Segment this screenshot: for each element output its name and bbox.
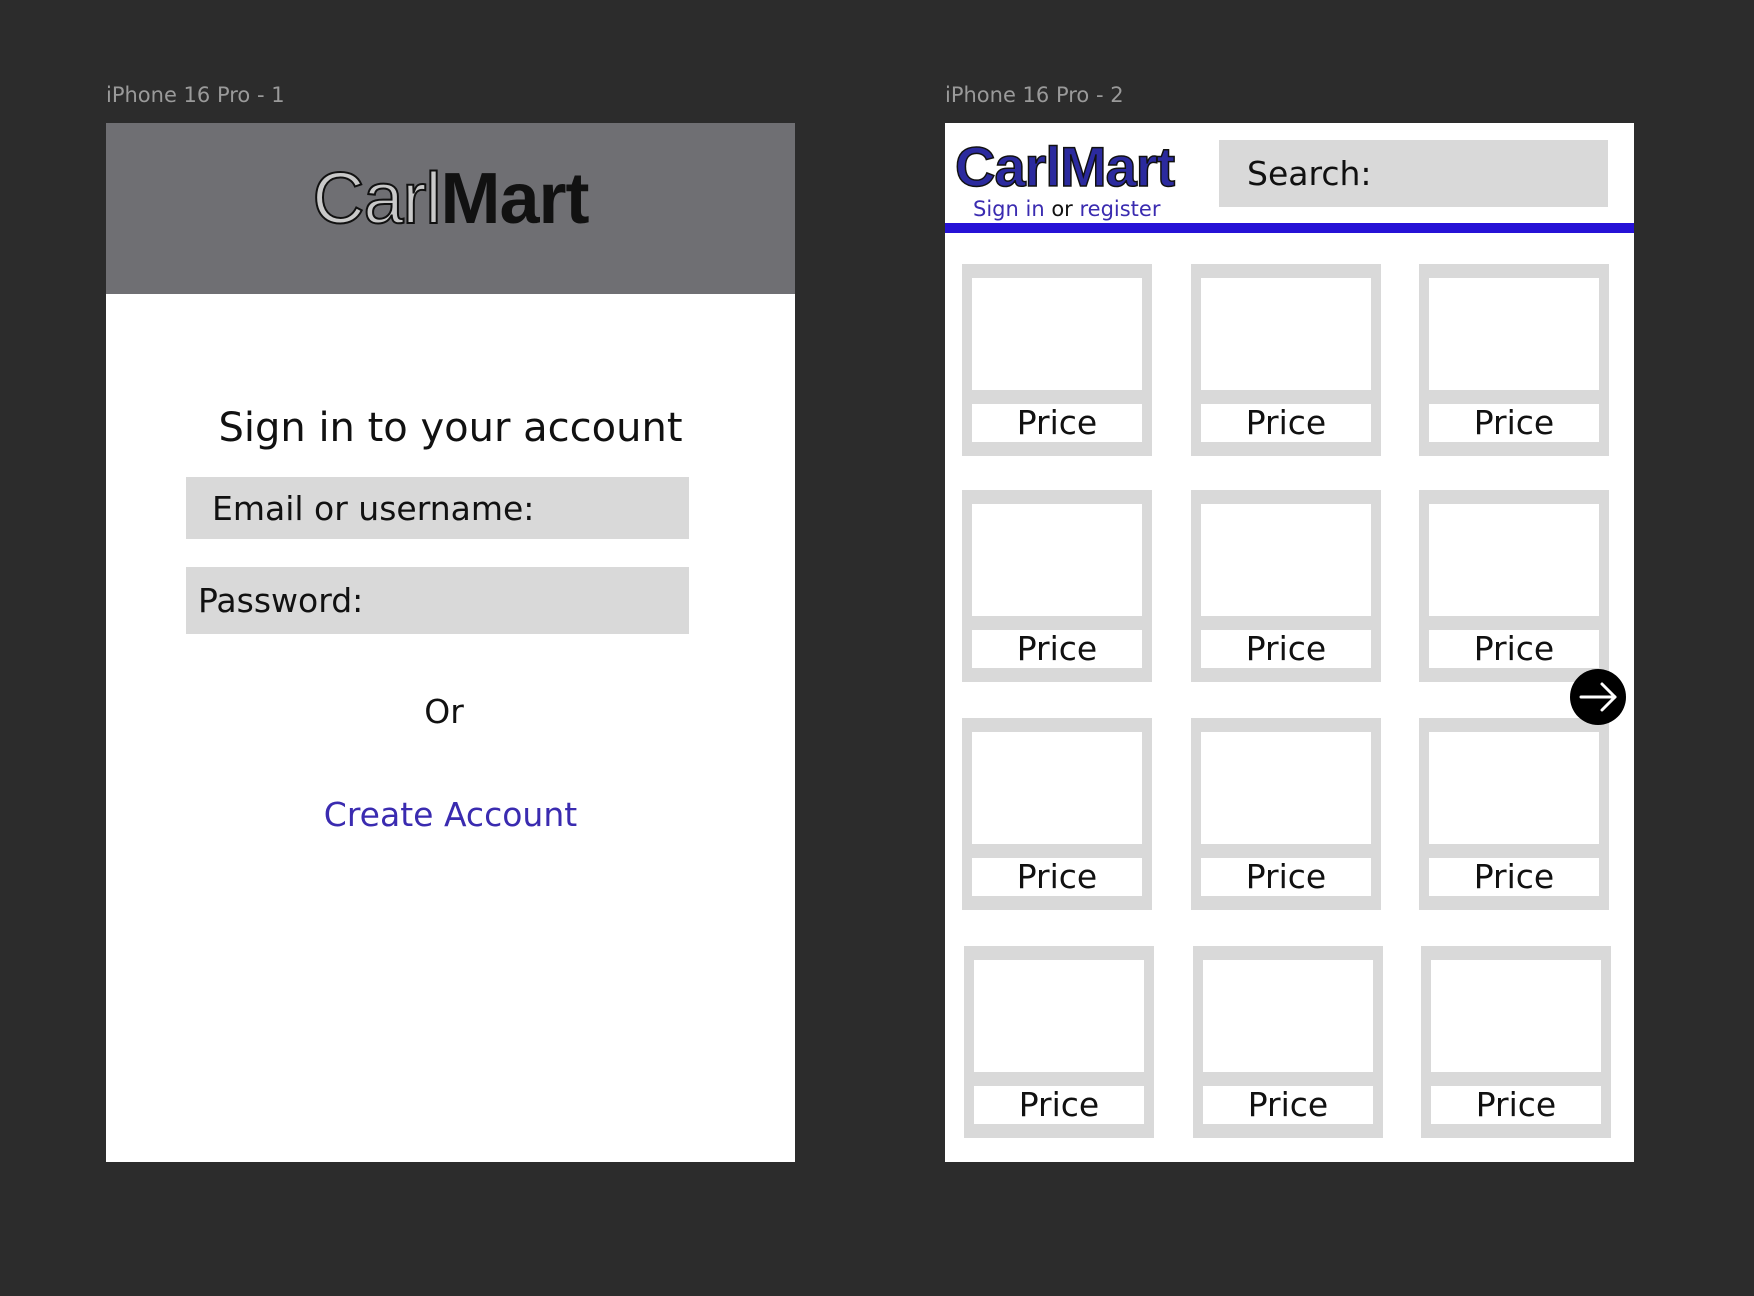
password-field-placeholder: Password: (198, 581, 364, 620)
logo-part-carl: Carl (311, 159, 442, 239)
product-price: Price (1429, 858, 1599, 896)
product-price: Price (1201, 630, 1371, 668)
arrow-right-circle-icon (1579, 682, 1617, 712)
product-card[interactable]: Price (1421, 946, 1611, 1138)
store-screen: CarlMart Sign in or register Search: Pri… (945, 123, 1634, 1162)
product-price: Price (972, 858, 1142, 896)
email-field[interactable]: Email or username: (186, 477, 689, 539)
product-price: Price (1429, 404, 1599, 442)
password-field[interactable]: Password: (186, 567, 689, 634)
signin-screen: CarlMart Sign in to your account Email o… (106, 123, 795, 1162)
carlmart-logo: CarlMart (106, 162, 795, 236)
product-card[interactable]: Price (962, 718, 1152, 910)
product-card[interactable]: Price (1191, 264, 1381, 456)
product-card[interactable]: Price (1193, 946, 1383, 1138)
or-separator: Or (424, 692, 464, 731)
product-price: Price (1203, 1086, 1373, 1124)
register-link[interactable]: register (1079, 197, 1160, 221)
logo-part-mart: Mart (440, 159, 590, 239)
create-account-link[interactable]: Create Account (106, 798, 795, 831)
product-image (972, 504, 1142, 616)
product-image (1201, 504, 1371, 616)
product-image (1201, 732, 1371, 844)
frame-label-store: iPhone 16 Pro - 2 (945, 83, 1124, 107)
product-card[interactable]: Price (962, 264, 1152, 456)
product-price: Price (972, 630, 1142, 668)
product-card[interactable]: Price (964, 946, 1154, 1138)
product-price: Price (972, 404, 1142, 442)
header-divider (945, 223, 1634, 233)
product-image (1201, 278, 1371, 390)
product-card[interactable]: Price (1419, 718, 1609, 910)
page-title: Sign in to your account (218, 405, 683, 451)
frame-label-signin: iPhone 16 Pro - 1 (106, 83, 285, 107)
product-image (1431, 960, 1601, 1072)
product-price: Price (1201, 404, 1371, 442)
email-field-placeholder: Email or username: (212, 488, 535, 528)
product-image (972, 278, 1142, 390)
product-image (1429, 278, 1599, 390)
product-card[interactable]: Price (1191, 718, 1381, 910)
product-card[interactable]: Price (1419, 264, 1609, 456)
product-image (974, 960, 1144, 1072)
product-image (972, 732, 1142, 844)
product-image (1429, 732, 1599, 844)
next-page-button[interactable] (1570, 669, 1626, 725)
product-card[interactable]: Price (962, 490, 1152, 682)
product-image (1429, 504, 1599, 616)
auth-links: Sign in or register (973, 199, 1160, 220)
product-card[interactable]: Price (1191, 490, 1381, 682)
sign-in-link[interactable]: Sign in (973, 197, 1045, 221)
auth-or-text: or (1051, 197, 1073, 221)
search-input[interactable]: Search: (1219, 140, 1608, 207)
product-card[interactable]: Price (1419, 490, 1609, 682)
carlmart-logo: CarlMart (954, 135, 1176, 198)
product-image (1203, 960, 1373, 1072)
product-price: Price (1429, 630, 1599, 668)
search-placeholder: Search: (1247, 154, 1372, 193)
product-grid: Price Price Price Price Price Price Pric… (962, 264, 1618, 1144)
product-price: Price (1431, 1086, 1601, 1124)
product-price: Price (974, 1086, 1144, 1124)
product-price: Price (1201, 858, 1371, 896)
